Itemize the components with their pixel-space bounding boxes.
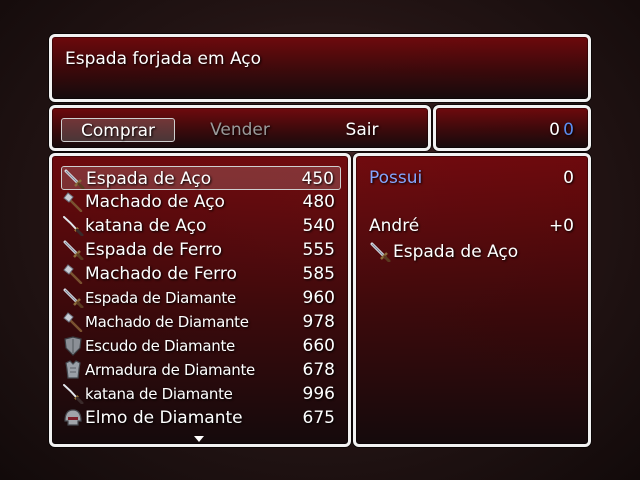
item-name: Machado de Aço <box>85 192 225 212</box>
shield-icon <box>62 336 84 356</box>
item-price: 660 <box>302 336 335 356</box>
axe-icon <box>62 264 84 285</box>
item-price: 678 <box>302 360 335 380</box>
shop-item-row[interactable]: Espada de Diamante 960 <box>61 286 341 310</box>
item-description: Espada forjada em Aço <box>65 49 262 69</box>
shop-item-row[interactable]: Machado de Aço 480 <box>61 190 341 214</box>
shop-item-list: Espada de Aço 450 Machado de Aço 480 katana … <box>49 153 351 447</box>
sell-command[interactable]: Vender <box>184 118 296 142</box>
item-name: Espada de Ferro <box>85 240 223 260</box>
shop-item-row[interactable]: katana de Diamante 996 <box>61 382 341 406</box>
shop-item-row[interactable]: katana de Aço 540 <box>61 214 341 238</box>
item-name: Escudo de Diamante <box>85 337 235 355</box>
command-window: Comprar Vender Sair <box>49 105 431 151</box>
item-name: katana de Diamante <box>85 385 233 403</box>
helmet-icon <box>62 408 84 428</box>
equipped-item-name: Espada de Aço <box>393 242 519 262</box>
sword-icon <box>62 240 84 261</box>
shop-status-window: Possui 0 André +0 Espada de Aço <box>353 153 591 447</box>
axe-icon <box>62 192 84 213</box>
item-name: Machado de Diamante <box>85 313 249 331</box>
item-price: 675 <box>302 408 335 428</box>
item-name: Espada de Diamante <box>85 289 236 307</box>
item-price: 540 <box>302 216 335 236</box>
help-window: Espada forjada em Aço <box>49 34 591 102</box>
item-name: Armadura de Diamante <box>85 361 255 379</box>
item-price: 450 <box>301 169 334 189</box>
sword-icon <box>63 169 85 190</box>
shop-item-row[interactable]: Machado de Diamante 978 <box>61 310 341 334</box>
item-price: 555 <box>302 240 335 260</box>
armor-icon <box>62 360 84 380</box>
item-name: Elmo de Diamante <box>85 408 243 428</box>
actor-name: André <box>369 216 420 236</box>
axe-icon <box>62 312 84 333</box>
shop-item-row[interactable]: Escudo de Diamante 660 <box>61 334 341 358</box>
item-name: Machado de Ferro <box>85 264 237 284</box>
buy-command[interactable]: Comprar <box>61 118 175 142</box>
shop-item-row[interactable]: Elmo de Diamante 675 <box>61 406 341 430</box>
item-price: 978 <box>302 312 335 332</box>
item-price: 585 <box>302 264 335 284</box>
shop-item-row[interactable]: Machado de Ferro 585 <box>61 262 341 286</box>
katana-icon <box>62 216 84 237</box>
possess-label: Possui <box>369 168 423 188</box>
katana-icon <box>62 384 84 405</box>
gold-currency-unit: 0 <box>563 120 574 140</box>
shop-item-row[interactable]: Espada de Aço 450 <box>61 166 341 190</box>
scroll-down-arrow-icon[interactable] <box>194 436 204 442</box>
sword-icon <box>62 288 84 309</box>
item-price: 960 <box>302 288 335 308</box>
item-price: 480 <box>302 192 335 212</box>
item-name: Espada de Aço <box>86 169 212 189</box>
gold-window: 0 0 <box>433 105 591 151</box>
possess-count: 0 <box>563 168 574 188</box>
shop-item-row[interactable]: Espada de Ferro 555 <box>61 238 341 262</box>
exit-command[interactable]: Sair <box>306 118 418 142</box>
item-name: katana de Aço <box>85 216 207 236</box>
sword-icon <box>369 242 391 263</box>
shop-item-row[interactable]: Armadura de Diamante 678 <box>61 358 341 382</box>
item-price: 996 <box>302 384 335 404</box>
gold-value: 0 <box>549 120 560 140</box>
parameter-change: +0 <box>548 216 574 236</box>
